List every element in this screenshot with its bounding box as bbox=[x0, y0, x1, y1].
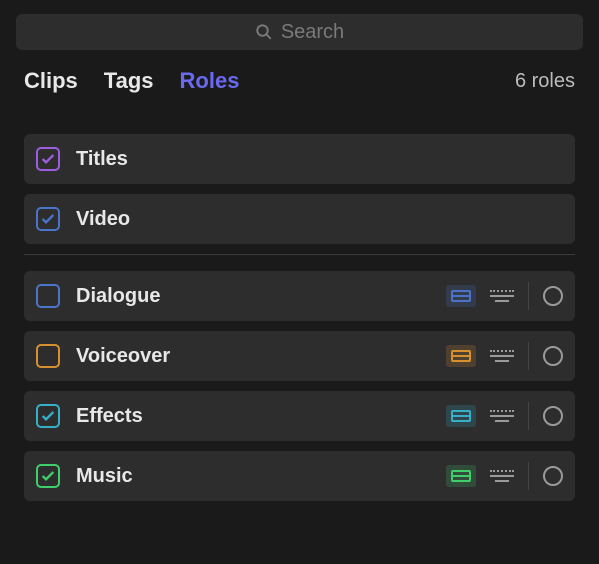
role-label: Voiceover bbox=[76, 345, 446, 368]
audio-lanes-icon[interactable] bbox=[490, 467, 514, 485]
action-divider bbox=[528, 402, 529, 430]
action-divider bbox=[528, 462, 529, 490]
checkbox-video[interactable] bbox=[36, 207, 60, 231]
solo-icon[interactable] bbox=[543, 466, 563, 486]
clip-display-icon[interactable] bbox=[446, 465, 476, 487]
checkbox-music[interactable] bbox=[36, 464, 60, 488]
tab-clips[interactable]: Clips bbox=[24, 68, 78, 94]
row-actions bbox=[446, 402, 563, 430]
tab-roles[interactable]: Roles bbox=[180, 68, 240, 94]
clip-display-icon[interactable] bbox=[446, 285, 476, 307]
role-row-voiceover[interactable]: Voiceover bbox=[24, 331, 575, 381]
check-icon bbox=[40, 408, 56, 424]
role-label: Video bbox=[76, 208, 563, 231]
solo-icon[interactable] bbox=[543, 406, 563, 426]
search-icon bbox=[255, 23, 273, 41]
tabs: Clips Tags Roles 6 roles bbox=[16, 68, 583, 114]
clip-display-icon[interactable] bbox=[446, 345, 476, 367]
check-icon bbox=[40, 151, 56, 167]
role-row-dialogue[interactable]: Dialogue bbox=[24, 271, 575, 321]
role-row-titles[interactable]: Titles bbox=[24, 134, 575, 184]
check-icon bbox=[40, 211, 56, 227]
checkbox-titles[interactable] bbox=[36, 147, 60, 171]
tab-tags[interactable]: Tags bbox=[104, 68, 154, 94]
audio-lanes-icon[interactable] bbox=[490, 287, 514, 305]
role-label: Titles bbox=[76, 148, 563, 171]
role-row-music[interactable]: Music bbox=[24, 451, 575, 501]
row-actions bbox=[446, 342, 563, 370]
search-input[interactable]: Search bbox=[16, 14, 583, 50]
divider bbox=[24, 254, 575, 255]
check-icon bbox=[40, 468, 56, 484]
checkbox-dialogue[interactable] bbox=[36, 284, 60, 308]
role-row-video[interactable]: Video bbox=[24, 194, 575, 244]
roles-count: 6 roles bbox=[515, 70, 575, 93]
row-actions bbox=[446, 282, 563, 310]
role-label: Music bbox=[76, 465, 446, 488]
role-label: Effects bbox=[76, 405, 446, 428]
solo-icon[interactable] bbox=[543, 346, 563, 366]
search-placeholder: Search bbox=[281, 21, 344, 44]
role-row-effects[interactable]: Effects bbox=[24, 391, 575, 441]
solo-icon[interactable] bbox=[543, 286, 563, 306]
checkbox-voiceover[interactable] bbox=[36, 344, 60, 368]
role-label: Dialogue bbox=[76, 285, 446, 308]
audio-lanes-icon[interactable] bbox=[490, 407, 514, 425]
row-actions bbox=[446, 462, 563, 490]
roles-list: Titles Video Dialogue bbox=[16, 114, 583, 501]
checkbox-effects[interactable] bbox=[36, 404, 60, 428]
action-divider bbox=[528, 342, 529, 370]
action-divider bbox=[528, 282, 529, 310]
clip-display-icon[interactable] bbox=[446, 405, 476, 427]
audio-lanes-icon[interactable] bbox=[490, 347, 514, 365]
